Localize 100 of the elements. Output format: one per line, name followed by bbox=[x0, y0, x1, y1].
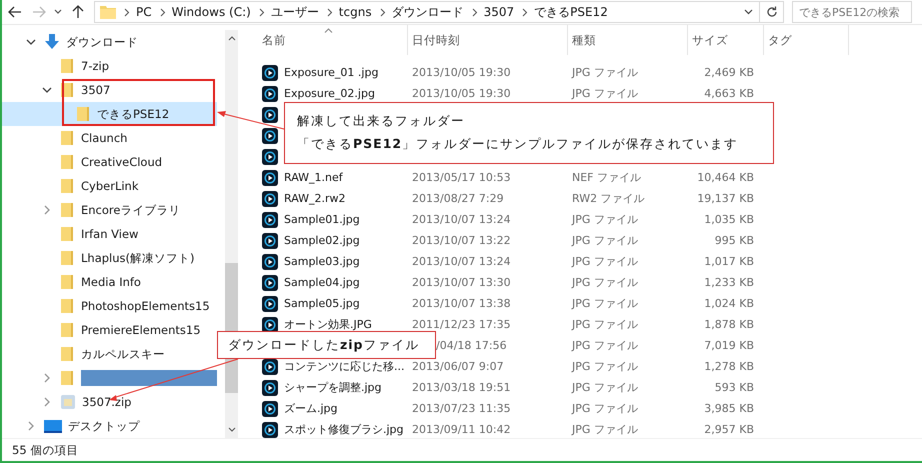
file-type: NEF ファイル bbox=[572, 170, 642, 185]
download-arrow-icon bbox=[44, 34, 60, 50]
breadcrumb[interactable]: 3507 bbox=[484, 5, 514, 19]
refresh-icon[interactable] bbox=[766, 6, 778, 18]
image-file-icon bbox=[262, 274, 278, 290]
expanded-chevron-icon[interactable] bbox=[26, 38, 36, 46]
collapsed-chevron-icon[interactable] bbox=[44, 373, 50, 383]
collapsed-chevron-icon[interactable] bbox=[44, 397, 50, 407]
folder-icon bbox=[60, 346, 75, 362]
file-name[interactable]: Exposure_02.jpg bbox=[284, 87, 375, 100]
file-name[interactable]: スポット修復ブラシ.jpg bbox=[284, 422, 404, 437]
file-type: JPG ファイル bbox=[572, 422, 638, 437]
breadcrumb[interactable]: Windows (C:) bbox=[172, 5, 251, 19]
chevron-icon bbox=[326, 8, 333, 16]
back-icon[interactable] bbox=[8, 6, 22, 18]
address-bar[interactable]: PC Windows (C:) ユーザー tcgns ダウンロード 3507 できるPSE12 bbox=[94, 1, 784, 23]
file-date: 2013/09/11 10:42 bbox=[412, 423, 511, 436]
dropdown-icon[interactable] bbox=[744, 9, 753, 15]
folder-icon bbox=[76, 106, 91, 122]
file-name[interactable]: Sample04.jpg bbox=[284, 276, 360, 289]
tree-item[interactable]: 7-zip bbox=[2, 54, 217, 78]
item-count: 55 個の項目 bbox=[12, 442, 78, 458]
file-type: JPG ファイル bbox=[572, 380, 638, 395]
file-name[interactable]: Sample03.jpg bbox=[284, 255, 360, 268]
column-header[interactable]: サイズ bbox=[688, 25, 764, 55]
file-date: 2013/10/07 13:24 bbox=[412, 213, 511, 226]
column-header[interactable]: タグ bbox=[764, 25, 849, 55]
breadcrumb[interactable]: ユーザー bbox=[270, 4, 319, 20]
file-date: 2013/05/17 10:53 bbox=[412, 171, 511, 184]
search-field[interactable]: できるPSE12の検索 bbox=[792, 1, 912, 23]
tree-item[interactable]: デスクトップ bbox=[2, 414, 217, 438]
file-date: 2013/07/23 11:35 bbox=[412, 402, 511, 415]
expanded-chevron-icon[interactable] bbox=[42, 86, 52, 94]
scroll-up-icon[interactable] bbox=[228, 36, 236, 41]
tree-item[interactable]: CyberLink bbox=[2, 174, 217, 198]
up-icon[interactable] bbox=[72, 5, 84, 19]
image-file-icon bbox=[262, 64, 278, 80]
file-date: 2013/06/07 9:07 bbox=[412, 360, 504, 373]
folder-icon bbox=[60, 130, 75, 146]
image-file-icon bbox=[262, 212, 278, 228]
tree-item[interactable]: できるPSE12 bbox=[2, 102, 217, 126]
chevron-icon bbox=[380, 8, 386, 16]
callout-text: ダウンロードしたzipファイル bbox=[228, 336, 421, 354]
folder-icon bbox=[60, 370, 75, 386]
folder-icon bbox=[60, 322, 75, 338]
image-file-icon bbox=[262, 170, 278, 186]
tree-item[interactable]: 3507.zip bbox=[2, 390, 217, 414]
file-name[interactable]: コンテンツに応じた移... bbox=[284, 359, 404, 374]
tree-item[interactable]: PhotoshopElements15 bbox=[2, 294, 217, 318]
column-header[interactable]: 名前 bbox=[258, 25, 408, 55]
file-type: JPG ファイル bbox=[572, 275, 638, 290]
tree-item[interactable]: CreativeCloud bbox=[2, 150, 217, 174]
file-name[interactable]: シャープを調整.jpg bbox=[284, 380, 382, 395]
file-size: 10,464 KB bbox=[697, 171, 754, 184]
file-name[interactable]: Sample05.jpg bbox=[284, 297, 360, 310]
file-name[interactable]: オートン効果.JPG bbox=[284, 317, 372, 332]
tree-item[interactable]: ダウンロード bbox=[2, 30, 217, 54]
tree-item[interactable]: Lhaplus(解凍ソフト) bbox=[2, 246, 217, 270]
file-size: 19,137 KB bbox=[697, 192, 754, 205]
file-type: JPG ファイル bbox=[572, 212, 638, 227]
file-date: 2013/10/07 13:24 bbox=[412, 255, 511, 268]
tree-item[interactable]: Claunch bbox=[2, 126, 217, 150]
collapsed-chevron-icon[interactable] bbox=[28, 421, 34, 431]
image-file-icon bbox=[262, 106, 278, 122]
breadcrumb[interactable]: ダウンロード bbox=[392, 4, 464, 20]
file-type: JPG ファイル bbox=[572, 359, 638, 374]
breadcrumb[interactable]: tcgns bbox=[338, 5, 372, 19]
scroll-down-icon[interactable] bbox=[228, 427, 236, 432]
column-header[interactable]: 日付時刻 bbox=[408, 25, 568, 55]
tree-item[interactable]: 3507 bbox=[2, 78, 217, 102]
file-name[interactable]: Sample01.jpg bbox=[284, 213, 360, 226]
file-name[interactable]: ズーム.jpg bbox=[284, 401, 338, 416]
file-date: /04/18 17:56 bbox=[436, 339, 507, 352]
chevron-icon bbox=[160, 8, 166, 16]
breadcrumb[interactable]: できるPSE12 bbox=[534, 4, 608, 20]
file-name[interactable]: Exposure_01 .jpg bbox=[284, 66, 378, 79]
file-type: JPG ファイル bbox=[572, 86, 638, 101]
file-type: JPG ファイル bbox=[572, 233, 638, 248]
file-name[interactable]: Sample02.jpg bbox=[284, 234, 360, 247]
tree-item[interactable]: Irfan View bbox=[2, 222, 217, 246]
collapsed-chevron-icon[interactable] bbox=[44, 205, 50, 215]
image-file-icon bbox=[262, 422, 278, 438]
breadcrumb[interactable]: PC bbox=[136, 5, 152, 19]
file-type: JPG ファイル bbox=[572, 317, 638, 332]
tree-item[interactable]: カルペルスキー bbox=[2, 342, 217, 366]
file-name[interactable]: RAW_1.nef bbox=[284, 171, 343, 184]
file-size: 995 KB bbox=[714, 234, 754, 247]
file-name[interactable]: RAW_2.rw2 bbox=[284, 192, 346, 205]
column-header[interactable]: 種類 bbox=[568, 25, 688, 55]
file-size: 593 KB bbox=[714, 381, 754, 394]
file-type: JPG ファイル bbox=[572, 65, 638, 80]
tree-item[interactable]: PremiereElements15 bbox=[2, 318, 217, 342]
dropdown-icon[interactable] bbox=[54, 9, 62, 15]
file-size: 1,017 KB bbox=[704, 255, 754, 268]
file-date: 2013/10/05 19:30 bbox=[412, 87, 511, 100]
tree-item[interactable]: Encoreライブラリ bbox=[2, 198, 217, 222]
file-size: 1,035 KB bbox=[704, 213, 754, 226]
chevron-icon bbox=[258, 8, 265, 16]
folder-icon bbox=[100, 5, 116, 19]
tree-item[interactable]: Media Info bbox=[2, 270, 217, 294]
